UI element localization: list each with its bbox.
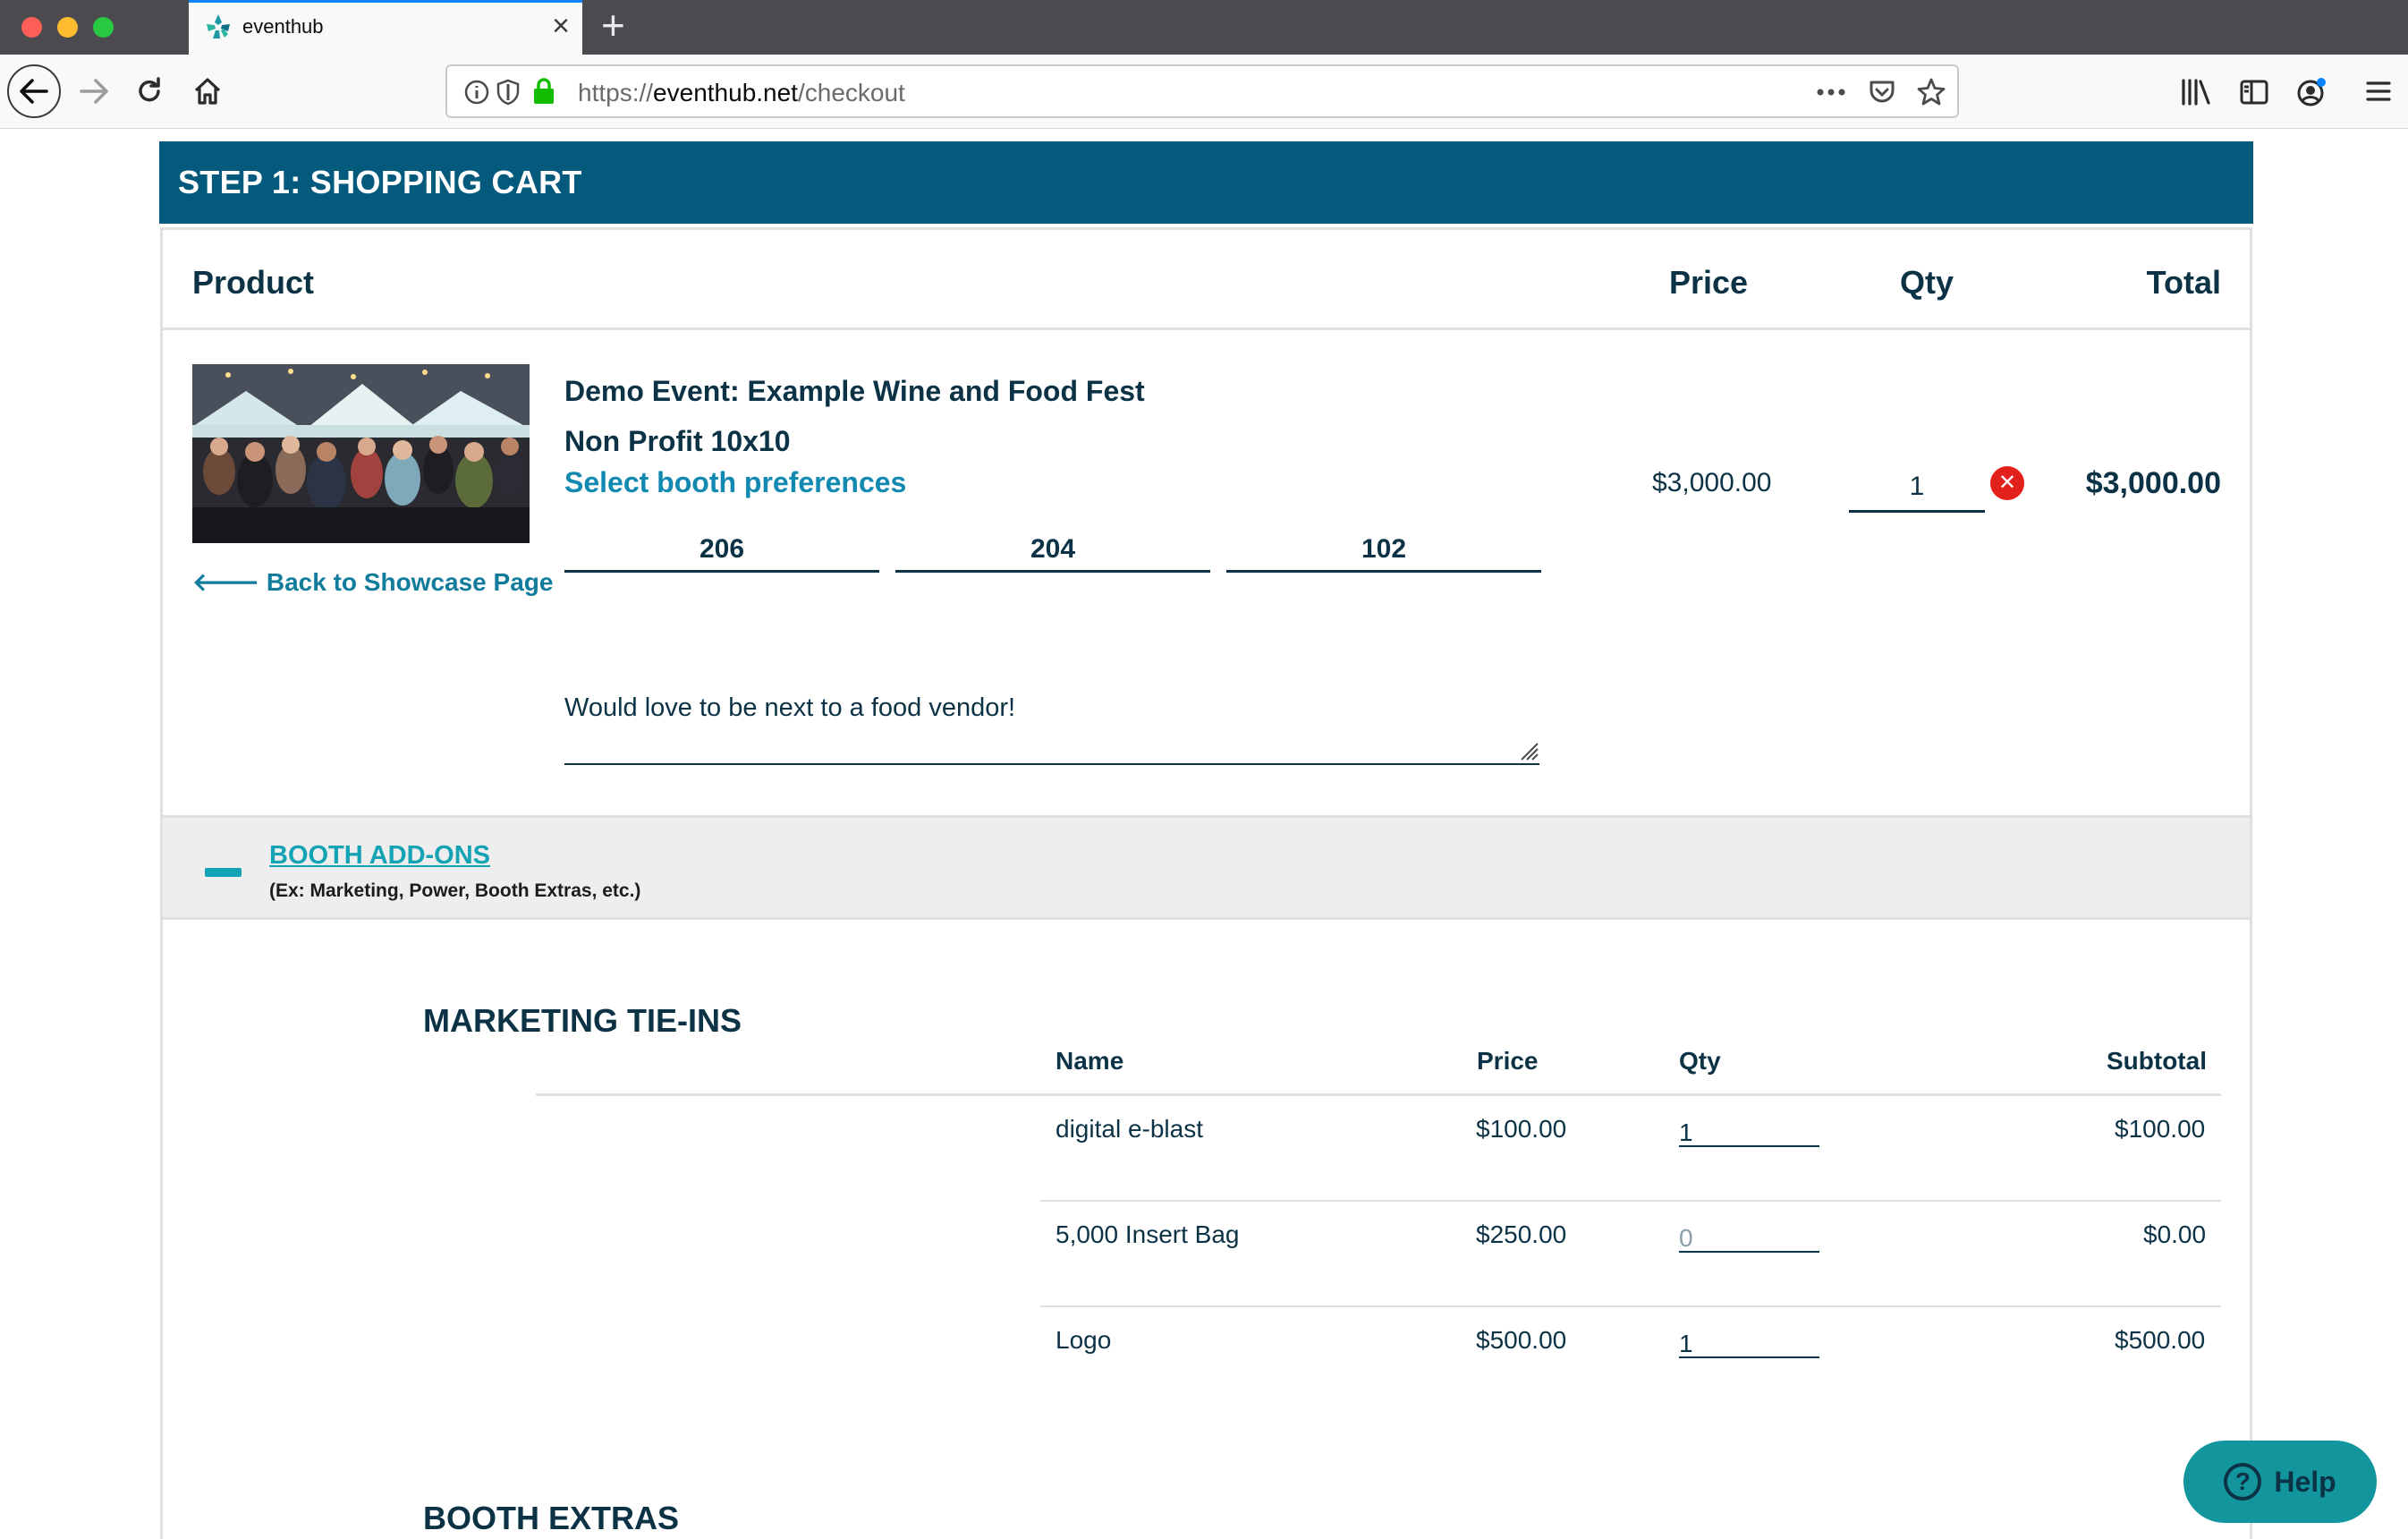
addon-header-price: Price	[1477, 1047, 1539, 1075]
info-icon[interactable]	[463, 79, 490, 106]
help-button[interactable]: ? Help	[2183, 1441, 2377, 1523]
addon-row-divider	[1040, 1305, 2221, 1307]
lock-icon[interactable]	[531, 77, 556, 106]
booth-preference-1[interactable]: 206	[564, 528, 879, 573]
addon-price: $500.00	[1476, 1326, 1567, 1354]
reload-button[interactable]	[123, 65, 175, 117]
help-label: Help	[2274, 1465, 2336, 1498]
reload-icon	[139, 77, 160, 102]
addon-price: $100.00	[1476, 1115, 1567, 1143]
back-to-showcase-link[interactable]: 🡐 Back to Showcase Page	[192, 566, 553, 597]
header-product: Product	[192, 264, 315, 301]
account-icon[interactable]	[2295, 76, 2327, 108]
addon-qty-input[interactable]: 1	[1679, 1097, 1819, 1147]
arrow-right-icon	[80, 79, 108, 104]
library-icon[interactable]	[2181, 78, 2211, 106]
booth-addons-title[interactable]: BOOTH ADD-ONS	[269, 841, 490, 871]
addon-subtotal: $100.00	[2115, 1115, 2206, 1143]
shopping-cart-panel: Product Price Qty Total 🡐 Back to Showca…	[160, 227, 2252, 1539]
header-divider	[163, 327, 2250, 330]
header-total: Total	[2146, 264, 2221, 301]
addon-header-subtotal: Subtotal	[2107, 1047, 2207, 1075]
pocket-icon[interactable]	[1868, 78, 1896, 106]
collapse-minus-icon[interactable]	[205, 868, 242, 877]
addon-name: digital e-blast	[1056, 1115, 1203, 1143]
booth-type: Non Profit 10x10	[564, 425, 791, 457]
tracking-protection-icon[interactable]	[496, 79, 521, 106]
question-icon: ?	[2224, 1463, 2262, 1501]
back-button[interactable]	[7, 64, 61, 118]
step-header: STEP 1: SHOPPING CART	[159, 141, 2253, 224]
product-image	[192, 364, 530, 543]
addon-qty-input[interactable]: 1	[1679, 1308, 1819, 1358]
booth-preference-2[interactable]: 204	[895, 528, 1210, 573]
addon-subtotal: $500.00	[2115, 1326, 2206, 1354]
url-bar[interactable]: https://eventhub.net/checkout	[445, 64, 1959, 118]
booth-extras-title: BOOTH EXTRAS	[423, 1500, 680, 1536]
booth-addons-subtitle: (Ex: Marketing, Power, Booth Extras, etc…	[269, 880, 641, 901]
window-maximize-button[interactable]	[93, 17, 114, 38]
addon-header-divider	[536, 1093, 2221, 1096]
arrow-left-icon	[20, 79, 48, 104]
new-tab-button[interactable]: +	[601, 2, 625, 48]
tab-close-icon[interactable]: ×	[552, 10, 570, 42]
event-name: Demo Event: Example Wine and Food Fest	[564, 375, 1145, 407]
bookmark-star-icon[interactable]	[1916, 77, 1946, 107]
tab-title: eventhub	[242, 15, 324, 38]
window-minimize-button[interactable]	[57, 17, 78, 38]
addon-header-qty: Qty	[1679, 1047, 1721, 1075]
booth-addons-toggle[interactable]: BOOTH ADD-ONS (Ex: Marketing, Power, Boo…	[163, 815, 2250, 920]
sidebar-icon[interactable]	[2239, 78, 2269, 106]
header-qty: Qty	[1900, 264, 1954, 301]
eventhub-logo-icon	[207, 14, 230, 38]
addon-name: 5,000 Insert Bag	[1056, 1220, 1240, 1248]
checkout-page: STEP 1: SHOPPING CART Product Price Qty …	[0, 129, 2408, 1539]
addon-header-name: Name	[1056, 1047, 1124, 1075]
addon-qty-input[interactable]: 0	[1679, 1203, 1819, 1253]
hamburger-menu-icon[interactable]	[2366, 80, 2391, 103]
page-actions-menu-icon[interactable]	[1816, 88, 1846, 97]
marketing-tieins-title: MARKETING TIE-INS	[423, 1002, 742, 1039]
booth-preference-3[interactable]: 102	[1226, 528, 1541, 573]
browser-nav-bar: https://eventhub.net/checkout	[0, 55, 2408, 129]
window-close-button[interactable]	[21, 17, 42, 38]
item-qty-input[interactable]: 1	[1849, 466, 1985, 513]
addon-price: $250.00	[1476, 1220, 1567, 1248]
browser-tab-active[interactable]: eventhub ×	[189, 0, 582, 55]
step-title: STEP 1: SHOPPING CART	[178, 164, 582, 200]
addon-row-divider	[1040, 1200, 2221, 1202]
addon-name: Logo	[1056, 1326, 1112, 1354]
booth-notes-text: Would love to be next to a food vendor!	[564, 693, 1016, 722]
booth-notes-textarea[interactable]: Would love to be next to a food vendor!	[564, 693, 1539, 765]
resize-handle-icon[interactable]	[1516, 738, 1539, 761]
select-booth-preferences-link[interactable]: Select booth preferences	[564, 466, 906, 499]
item-total: $3,000.00	[2085, 466, 2221, 500]
forward-button[interactable]	[68, 65, 120, 117]
remove-item-icon[interactable]: ✕	[1990, 466, 2024, 500]
item-price: $3,000.00	[1652, 468, 1772, 497]
url-text[interactable]: https://eventhub.net/checkout	[578, 79, 905, 107]
addon-subtotal: $0.00	[2143, 1220, 2207, 1248]
arrow-left-icon: 🡐	[192, 568, 267, 596]
home-button[interactable]	[182, 65, 233, 117]
home-icon	[194, 78, 221, 105]
browser-tab-bar: eventhub × +	[0, 0, 2408, 55]
header-price: Price	[1669, 264, 1749, 301]
